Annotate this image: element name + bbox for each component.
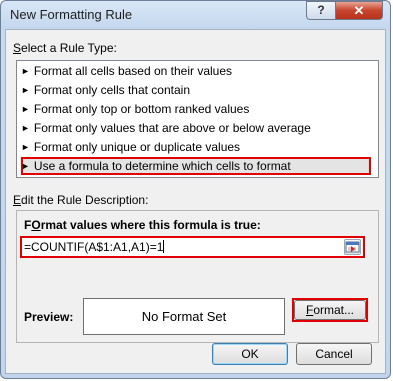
rule-type-item[interactable]: ► Format only cells that contain	[21, 81, 190, 99]
dialog-window: New Formatting Rule ? ✕ Select a Rule Ty…	[0, 0, 391, 379]
dialog-title: New Formatting Rule	[10, 7, 133, 22]
bullet-icon: ►	[21, 66, 30, 76]
formula-input-highlight: =COUNTIF(A$1:A1,A1)=1	[20, 236, 365, 258]
rule-type-item-selected[interactable]: ► Use a formula to determine which cells …	[21, 157, 291, 175]
rule-type-list[interactable]: ► Format all cells based on their values …	[16, 60, 379, 178]
rule-type-item[interactable]: ► Format only unique or duplicate values	[21, 138, 240, 156]
rule-type-item[interactable]: ► Format only values that are above or be…	[21, 119, 311, 137]
rule-type-label: Select a Rule Type:	[13, 41, 117, 55]
format-preview: No Format Set	[83, 298, 285, 335]
close-button[interactable]: ✕	[335, 1, 383, 20]
formula-label: FOrmat values where this formula is true…	[24, 218, 261, 232]
preview-label: Preview:	[24, 310, 74, 324]
title-bar: New Formatting Rule ? ✕	[1, 1, 390, 29]
cancel-button[interactable]: Cancel	[296, 343, 372, 365]
bullet-icon: ►	[21, 123, 30, 133]
rule-type-item[interactable]: ► Format all cells based on their values	[21, 62, 232, 80]
formula-input[interactable]: =COUNTIF(A$1:A1,A1)=1	[24, 239, 338, 255]
text-caret	[163, 240, 165, 253]
ok-button[interactable]: OK	[212, 343, 288, 365]
rule-type-item[interactable]: ► Format only top or bottom ranked values	[21, 100, 249, 118]
dialog-client: Select a Rule Type: ► Format all cells ba…	[5, 29, 386, 374]
format-button[interactable]: Format...	[294, 300, 366, 320]
rule-description-label: Edit the Rule Description:	[13, 193, 149, 207]
bullet-icon: ►	[21, 142, 30, 152]
bullet-icon: ►	[21, 85, 30, 95]
bullet-icon: ►	[21, 161, 30, 171]
help-button[interactable]: ?	[306, 1, 336, 20]
collapse-dialog-button[interactable]	[344, 239, 361, 255]
bullet-icon: ►	[21, 104, 30, 114]
collapse-dialog-icon	[345, 241, 360, 253]
